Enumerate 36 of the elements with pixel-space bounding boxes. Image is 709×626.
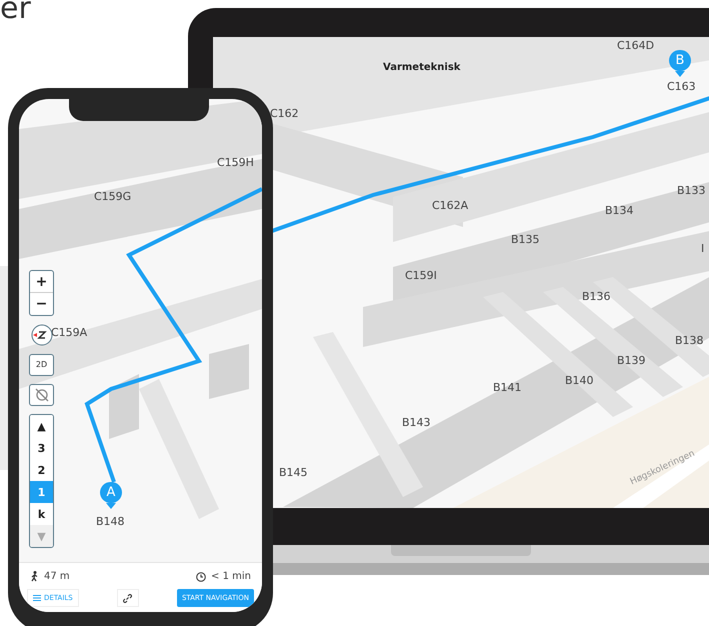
- room-label: C162: [270, 108, 299, 119]
- zoom-in-button[interactable]: +: [30, 271, 53, 293]
- room-label: B140: [565, 375, 594, 386]
- duration-text: < 1 min: [211, 570, 251, 584]
- area-label: Varmeteknisk: [383, 63, 460, 73]
- room-label: B136: [582, 291, 611, 302]
- room-label: B145: [279, 467, 308, 478]
- room-label: B143: [402, 417, 431, 428]
- room-label: B139: [617, 355, 646, 366]
- view-toggle-button[interactable]: 2D: [29, 354, 54, 376]
- room-label: C159G: [94, 191, 132, 202]
- distance-text: 47 m: [44, 570, 70, 584]
- rotation-lock-button[interactable]: [29, 384, 54, 406]
- room-label: C164D: [617, 40, 654, 51]
- room-label: B148: [96, 516, 125, 527]
- list-icon: [33, 595, 41, 601]
- room-label: C163: [667, 81, 696, 92]
- clock-icon: [196, 572, 206, 582]
- room-label: C159H: [217, 157, 254, 168]
- zoom-out-button[interactable]: −: [30, 293, 53, 315]
- room-label: B138: [675, 335, 704, 346]
- heading-text: er: [0, 0, 31, 28]
- location-pin: A: [100, 482, 122, 509]
- share-link-button[interactable]: [116, 589, 139, 607]
- room-label: B133: [677, 185, 706, 196]
- room-label: C162A: [432, 200, 468, 211]
- room-label: B134: [605, 205, 634, 216]
- room-label: B141: [493, 382, 522, 393]
- room-label: C159A: [51, 327, 88, 338]
- walking-person-icon: [30, 571, 39, 582]
- compass-icon[interactable]: [30, 324, 52, 346]
- room-label: C159I: [405, 270, 437, 281]
- room-label: B135: [511, 234, 540, 245]
- room-label: I: [701, 243, 704, 254]
- link-icon: [123, 594, 132, 602]
- crossed-circle-icon: [34, 388, 48, 402]
